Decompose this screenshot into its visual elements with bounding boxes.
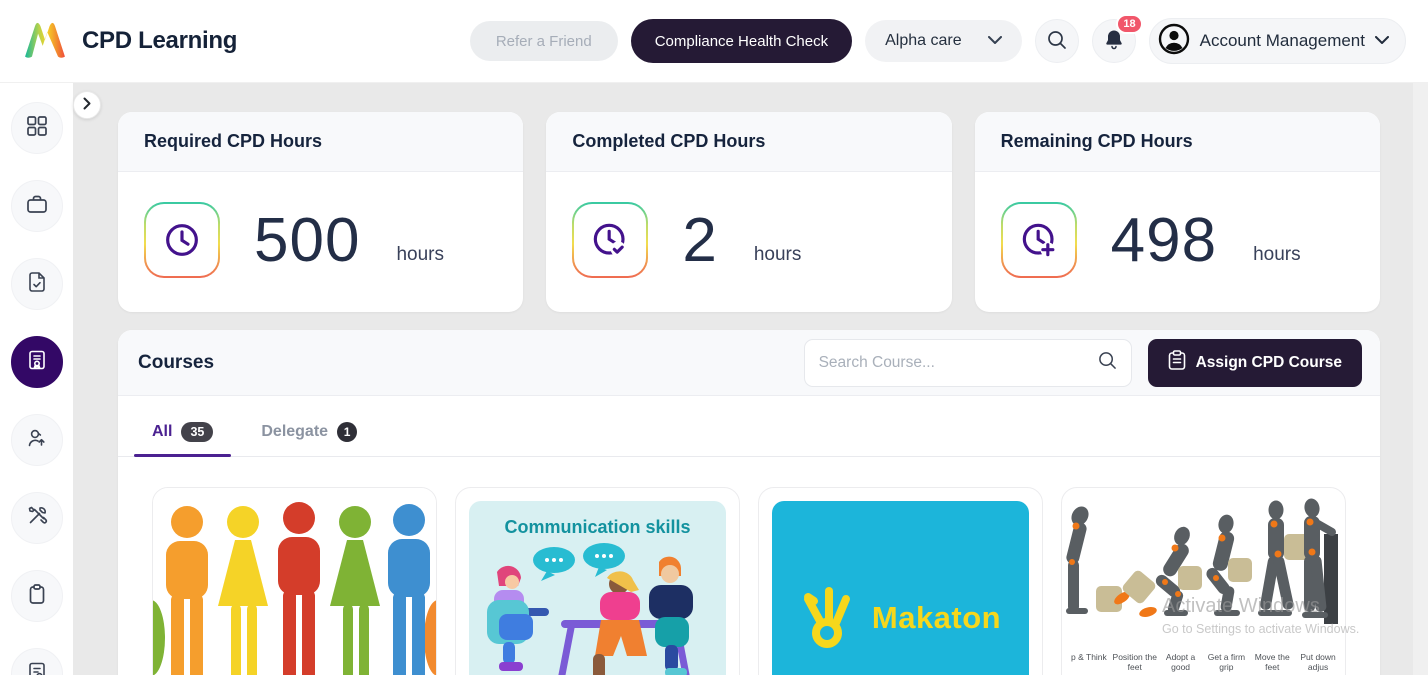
caption: Get a firm grip bbox=[1203, 653, 1249, 673]
course-card-makaton[interactable]: Makaton bbox=[758, 487, 1043, 675]
caption: Adopt a good bbox=[1158, 653, 1204, 673]
stat-value: 2 bbox=[682, 205, 717, 276]
sidebar-item-workplace[interactable] bbox=[11, 180, 63, 232]
account-management-menu[interactable]: Account Management bbox=[1149, 18, 1406, 64]
tab-delegate[interactable]: Delegate 1 bbox=[261, 422, 357, 456]
clock-check-icon bbox=[572, 202, 648, 278]
tab-all-label: All bbox=[152, 423, 172, 441]
search-icon bbox=[1047, 30, 1067, 53]
caption: Put down adjus bbox=[1295, 653, 1341, 673]
notification-count-badge: 18 bbox=[1116, 14, 1142, 34]
course-search bbox=[804, 339, 1132, 387]
sidebar-item-cpd-courses[interactable] bbox=[11, 336, 63, 388]
stat-card-title: Required CPD Hours bbox=[118, 112, 523, 172]
clipboard-list-icon bbox=[1168, 350, 1186, 375]
assign-cpd-course-label: Assign CPD Course bbox=[1196, 354, 1342, 372]
chevron-down-icon bbox=[988, 32, 1002, 50]
stat-card-title: Completed CPD Hours bbox=[546, 112, 951, 172]
dashboard-grid-icon bbox=[26, 115, 48, 142]
document-check-icon bbox=[26, 271, 48, 298]
search-icon bbox=[1098, 351, 1117, 375]
search-button[interactable] bbox=[1035, 19, 1079, 63]
makaton-hand-icon bbox=[800, 583, 858, 654]
course-search-input[interactable] bbox=[819, 354, 1098, 372]
tab-delegate-label: Delegate bbox=[261, 423, 328, 441]
sidebar-expand-button[interactable] bbox=[73, 91, 101, 119]
brand-logo-icon bbox=[22, 18, 68, 65]
sidebar bbox=[0, 83, 73, 675]
stat-unit: hours bbox=[754, 244, 802, 278]
courses-title: Courses bbox=[138, 352, 214, 374]
makaton-title: Makaton bbox=[872, 600, 1001, 636]
caption: p & Think bbox=[1066, 653, 1112, 673]
assign-cpd-course-button[interactable]: Assign CPD Course bbox=[1148, 339, 1362, 387]
brand-title: CPD Learning bbox=[82, 27, 237, 55]
certificate-icon bbox=[26, 349, 48, 376]
stat-unit: hours bbox=[1253, 244, 1301, 278]
caption: Move the feet bbox=[1249, 653, 1295, 673]
notifications-button[interactable]: 18 bbox=[1092, 19, 1136, 63]
sidebar-item-assessments[interactable] bbox=[11, 258, 63, 310]
scrollbar[interactable] bbox=[1413, 83, 1428, 675]
tools-icon bbox=[26, 505, 48, 532]
sidebar-item-delegates[interactable] bbox=[11, 414, 63, 466]
courses-header: Courses Assign CPD Course bbox=[118, 330, 1380, 396]
stat-value: 500 bbox=[254, 205, 360, 276]
report-icon bbox=[26, 661, 48, 675]
communication-skills-title: Communication skills bbox=[469, 517, 726, 538]
sidebar-item-tasks[interactable] bbox=[11, 570, 63, 622]
course-card-manual-handling[interactable]: p & Think Position the feet Adopt a good… bbox=[1061, 487, 1346, 675]
account-management-label: Account Management bbox=[1200, 31, 1365, 51]
main-content: Required CPD Hours 500 hours Completed C… bbox=[118, 112, 1380, 675]
navbar-actions: Refer a Friend Compliance Health Check A… bbox=[470, 18, 1406, 64]
required-cpd-hours-card: Required CPD Hours 500 hours bbox=[118, 112, 523, 312]
courses-tabs: All 35 Delegate 1 bbox=[118, 396, 1380, 457]
communication-skills-tile: Communication skills bbox=[469, 501, 726, 675]
avatar-icon bbox=[1158, 23, 1190, 60]
manual-handling-illustration bbox=[1066, 633, 1338, 650]
sidebar-item-reports[interactable] bbox=[11, 648, 63, 675]
completed-cpd-hours-card: Completed CPD Hours 2 hours bbox=[546, 112, 951, 312]
course-card-diverse-people[interactable] bbox=[152, 487, 437, 675]
briefcase-icon bbox=[26, 193, 48, 220]
cpd-stats-row: Required CPD Hours 500 hours Completed C… bbox=[118, 112, 1380, 312]
organisation-selector[interactable]: Alpha care bbox=[865, 20, 1022, 62]
user-upload-icon bbox=[26, 427, 48, 454]
clock-plus-icon bbox=[1001, 202, 1077, 278]
stat-card-title: Remaining CPD Hours bbox=[975, 112, 1380, 172]
remaining-cpd-hours-card: Remaining CPD Hours 498 hours bbox=[975, 112, 1380, 312]
stat-value: 498 bbox=[1111, 205, 1217, 276]
stat-unit: hours bbox=[396, 244, 444, 278]
makaton-tile: Makaton bbox=[772, 501, 1029, 675]
compliance-health-check-button[interactable]: Compliance Health Check bbox=[631, 19, 852, 63]
clipboard-icon bbox=[26, 583, 48, 610]
organisation-selector-label: Alpha care bbox=[885, 32, 962, 50]
chevron-right-icon bbox=[83, 97, 92, 113]
chevron-down-icon bbox=[1375, 32, 1389, 50]
tab-all-count-badge: 35 bbox=[181, 422, 213, 442]
caption: Position the feet bbox=[1112, 653, 1158, 673]
top-navbar: CPD Learning Refer a Friend Compliance H… bbox=[0, 0, 1428, 83]
clock-icon bbox=[144, 202, 220, 278]
sidebar-item-settings-tools[interactable] bbox=[11, 492, 63, 544]
tab-delegate-count-badge: 1 bbox=[337, 422, 357, 442]
sidebar-item-dashboard[interactable] bbox=[11, 102, 63, 154]
courses-panel: Courses Assign CPD Course All 35 Del bbox=[118, 330, 1380, 675]
brand: CPD Learning bbox=[22, 18, 237, 65]
refer-a-friend-button[interactable]: Refer a Friend bbox=[470, 21, 618, 61]
tab-all[interactable]: All 35 bbox=[152, 422, 213, 456]
course-cards-grid: Communication skills bbox=[152, 487, 1346, 675]
course-card-communication-skills[interactable]: Communication skills bbox=[455, 487, 740, 675]
manual-handling-captions: p & Think Position the feet Adopt a good… bbox=[1066, 653, 1341, 673]
